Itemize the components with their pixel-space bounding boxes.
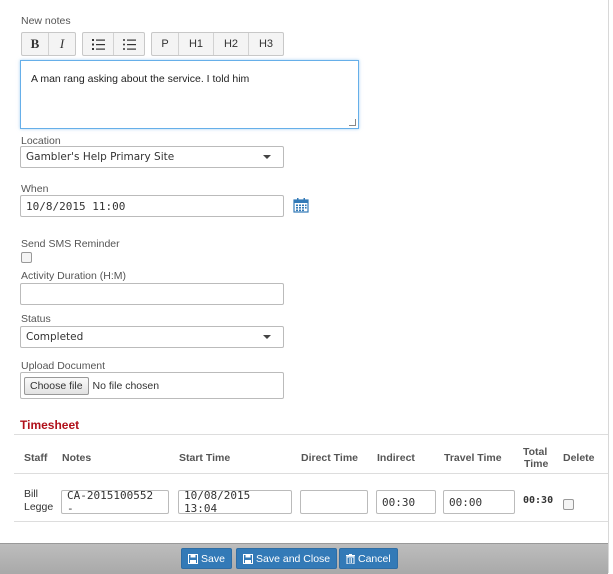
row-notes-select[interactable]: CA-2015100552 - xyxy=(61,489,169,515)
row-travel-time-input[interactable]: 00:00 xyxy=(443,490,515,514)
divider xyxy=(14,521,608,522)
row-staff-first: Bill xyxy=(24,488,39,500)
col-notes: Notes xyxy=(62,452,92,464)
footer-bar: Save Save and Close Cancel xyxy=(0,543,608,574)
paragraph-button[interactable]: P xyxy=(152,33,179,55)
trash-icon xyxy=(346,553,355,564)
when-input[interactable]: 10/8/2015 11:00 xyxy=(20,195,284,217)
save-label: Save xyxy=(201,552,225,565)
row-indirect-input[interactable]: 00:30 xyxy=(376,490,436,514)
format-group: B I xyxy=(21,32,76,56)
status-label: Status xyxy=(21,313,51,325)
col-start-time: Start Time xyxy=(179,452,231,464)
location-value: Gambler's Help Primary Site xyxy=(26,151,175,163)
h1-button[interactable]: H1 xyxy=(179,33,214,55)
notes-label: New notes xyxy=(21,15,71,27)
save-and-close-button[interactable]: Save and Close xyxy=(236,548,338,569)
notes-text: A man rang asking about the service. I t… xyxy=(31,73,250,85)
col-delete: Delete xyxy=(563,452,595,464)
row-direct-time-input[interactable] xyxy=(300,490,368,514)
duration-label: Activity Duration (H:M) xyxy=(21,270,127,282)
when-label: When xyxy=(21,183,49,195)
upload-status: No file chosen xyxy=(92,379,160,392)
sms-checkbox[interactable] xyxy=(21,252,32,263)
row-staff-last: Legge xyxy=(24,501,54,513)
row-delete-checkbox[interactable] xyxy=(563,499,574,510)
row-travel-time-value: 00:00 xyxy=(449,495,483,509)
list-group xyxy=(82,32,145,56)
choose-file-button[interactable]: Choose file xyxy=(24,376,89,395)
row-notes-value: CA-2015100552 - xyxy=(67,489,154,515)
divider xyxy=(14,434,608,435)
duration-input[interactable] xyxy=(20,283,284,305)
sms-label: Send SMS Reminder xyxy=(21,238,120,250)
status-select[interactable]: Completed xyxy=(20,326,284,348)
save-and-close-label: Save and Close xyxy=(256,552,331,565)
notes-editor[interactable]: A man rang asking about the service. I t… xyxy=(20,60,359,129)
row-total-time: 00:30 xyxy=(523,495,554,506)
floppy-icon xyxy=(243,553,253,564)
cancel-button[interactable]: Cancel xyxy=(339,548,398,569)
when-value: 10/8/2015 11:00 xyxy=(26,199,126,213)
col-staff: Staff xyxy=(24,452,48,464)
col-indirect: Indirect xyxy=(377,452,415,464)
floppy-icon xyxy=(188,553,198,564)
row-start-time-value: 10/08/2015 13:04 xyxy=(184,489,251,515)
upload-label: Upload Document xyxy=(21,360,106,372)
bullet-list-button[interactable] xyxy=(114,33,144,55)
timesheet-title: Timesheet xyxy=(20,418,80,432)
col-travel-time: Travel Time xyxy=(444,452,502,464)
ordered-list-icon xyxy=(91,38,105,50)
divider xyxy=(14,473,608,474)
status-value: Completed xyxy=(26,331,84,343)
col-total-time-line2: Time xyxy=(524,458,549,470)
ordered-list-button[interactable] xyxy=(83,33,114,55)
row-indirect-value: 00:30 xyxy=(382,495,416,509)
location-select[interactable]: Gambler's Help Primary Site xyxy=(20,146,284,168)
save-button[interactable]: Save xyxy=(181,548,232,569)
bullet-list-icon xyxy=(122,38,136,50)
bold-button[interactable]: B xyxy=(22,33,49,55)
chevron-down-icon xyxy=(263,155,271,159)
h2-button[interactable]: H2 xyxy=(214,33,249,55)
resize-handle[interactable] xyxy=(349,119,356,126)
chevron-down-icon xyxy=(263,335,271,339)
upload-field[interactable]: Choose file No file chosen xyxy=(20,372,284,399)
row-start-time-input[interactable]: 10/08/2015 13:04 xyxy=(178,489,292,515)
editor-toolbar: B I P H1 H2 H3 xyxy=(21,32,290,56)
col-total-time-line1: Total xyxy=(523,446,548,458)
col-direct-time: Direct Time xyxy=(301,452,358,464)
italic-button[interactable]: I xyxy=(49,33,75,55)
heading-group: P H1 H2 H3 xyxy=(151,32,284,56)
h3-button[interactable]: H3 xyxy=(249,33,283,55)
cancel-label: Cancel xyxy=(358,552,391,565)
calendar-icon[interactable] xyxy=(293,197,309,213)
